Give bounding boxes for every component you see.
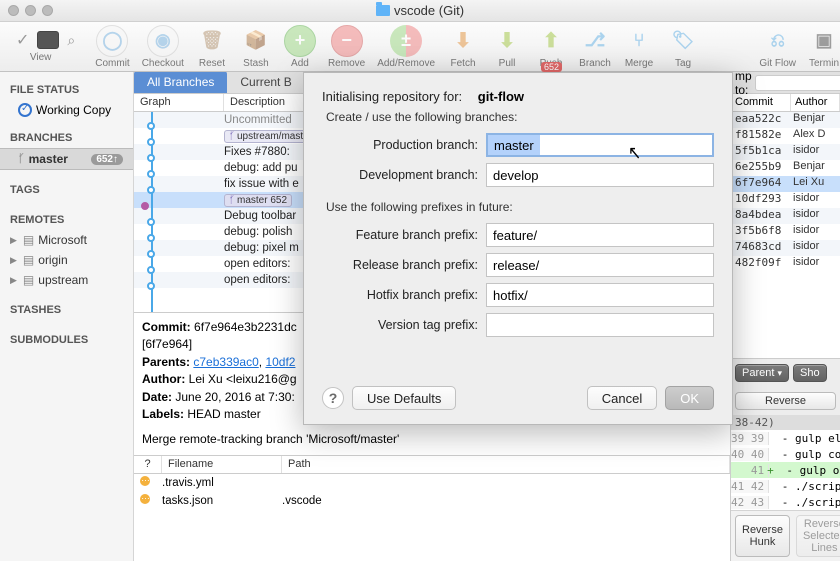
version-prefix-label: Version tag prefix: bbox=[322, 318, 478, 332]
sidebar-item-branch-master[interactable]: ᚶmaster652↑ bbox=[0, 148, 133, 170]
file-row[interactable]: tasks.json.vscode bbox=[134, 492, 730, 510]
sidebar-header-submodules: SUBMODULES bbox=[0, 330, 133, 350]
parent-button[interactable]: Parent ▾ bbox=[735, 364, 789, 382]
cursor-icon: ↖ bbox=[628, 141, 641, 165]
development-branch-input[interactable] bbox=[486, 163, 714, 187]
branch-pill-icon: ᚶ bbox=[229, 131, 235, 142]
push-icon[interactable]: ⬆ bbox=[535, 25, 567, 57]
chevron-right-icon: ▶ bbox=[10, 275, 17, 286]
release-prefix-label: Release branch prefix: bbox=[322, 258, 478, 272]
toolbar: ✓ ⌕ View ◯Commit ◉Checkout 🗑Reset 📦Stash… bbox=[0, 22, 840, 72]
tag-icon[interactable]: 🏷 bbox=[667, 25, 699, 57]
production-branch-input[interactable] bbox=[486, 133, 714, 157]
development-branch-label: Development branch: bbox=[322, 168, 478, 182]
version-prefix-input[interactable] bbox=[486, 313, 714, 337]
sidebar-item-remote-origin[interactable]: ▶▤origin bbox=[0, 250, 133, 270]
stash-icon[interactable]: 📦 bbox=[240, 25, 272, 57]
branch-glyph-icon: ᚶ bbox=[18, 153, 25, 165]
file-row[interactable]: .travis.yml bbox=[134, 474, 730, 492]
tab-current-branch[interactable]: Current B bbox=[227, 72, 304, 93]
feature-prefix-input[interactable] bbox=[486, 223, 714, 247]
fetch-icon[interactable]: ⬇ bbox=[447, 25, 479, 57]
push-count-badge: 652 bbox=[541, 62, 562, 72]
drive-icon: ▤ bbox=[23, 253, 34, 267]
sidebar-item-remote-upstream[interactable]: ▶▤upstream bbox=[0, 270, 133, 290]
drive-icon: ▤ bbox=[23, 273, 34, 287]
window-title: vscode (Git) bbox=[0, 3, 840, 18]
branch-pill-icon: ᚶ bbox=[229, 195, 235, 206]
reset-icon[interactable]: 🗑 bbox=[196, 25, 228, 57]
search-icon[interactable]: ⌕ bbox=[67, 32, 75, 49]
column-header-filename[interactable]: Filename bbox=[162, 456, 282, 473]
branch-icon[interactable]: ⎇ bbox=[579, 25, 611, 57]
right-pane: mp to: Commit Author eaa522cBenjar f8158… bbox=[730, 72, 840, 561]
column-header-graph[interactable]: Graph bbox=[134, 94, 224, 111]
hotfix-prefix-input[interactable] bbox=[486, 283, 714, 307]
diff-lines[interactable]: 39 39 - gulp electron 40 40 - gulp compi… bbox=[731, 430, 840, 510]
add-icon[interactable]: + bbox=[284, 25, 316, 57]
add-remove-icon[interactable]: ± bbox=[390, 25, 422, 57]
sidebar-header-tags: TAGS bbox=[0, 180, 133, 200]
column-header-status[interactable]: ? bbox=[134, 456, 162, 473]
sidebar-item-working-copy[interactable]: Working Copy bbox=[0, 100, 133, 120]
remove-icon[interactable]: − bbox=[331, 25, 363, 57]
modified-icon bbox=[140, 476, 150, 486]
modified-icon bbox=[140, 494, 150, 504]
help-button[interactable]: ? bbox=[322, 387, 344, 409]
chevron-right-icon: ▶ bbox=[10, 255, 17, 266]
commit-hash-list[interactable]: eaa522cBenjar f81582eAlex D 5f5b1caisido… bbox=[731, 112, 840, 358]
branch-pill-master[interactable]: ᚶmaster 652 bbox=[224, 194, 292, 207]
merge-icon[interactable]: ⑂ bbox=[623, 25, 655, 57]
parent-link-1[interactable]: c7eb339ac0 bbox=[193, 355, 258, 369]
commit-icon[interactable]: ◯ bbox=[96, 25, 128, 57]
production-branch-label: Production branch: bbox=[322, 138, 478, 152]
sidebar-header-remotes: REMOTES bbox=[0, 210, 133, 230]
confirm-icon[interactable]: ✓ bbox=[16, 30, 29, 50]
dialog-subheading-prefixes: Use the following prefixes in future: bbox=[326, 200, 714, 214]
gitflow-icon[interactable]: ⎌ bbox=[762, 25, 794, 57]
checkout-icon[interactable]: ◉ bbox=[147, 25, 179, 57]
jump-input[interactable] bbox=[755, 75, 840, 91]
sidebar-header-branches: BRANCHES bbox=[0, 128, 133, 148]
view-label: View bbox=[30, 52, 52, 63]
jump-label: mp to: bbox=[735, 72, 752, 97]
check-circle-icon bbox=[18, 103, 32, 117]
commit-message: Merge remote-tracking branch 'Microsoft/… bbox=[142, 431, 722, 448]
dialog-subheading-branches: Create / use the following branches: bbox=[326, 110, 714, 124]
chevron-right-icon: ▶ bbox=[10, 235, 17, 246]
sidebar: FILE STATUS Working Copy BRANCHES ᚶmaste… bbox=[0, 72, 134, 561]
tab-all-branches[interactable]: All Branches bbox=[134, 72, 227, 93]
column-header-commit[interactable]: Commit bbox=[731, 94, 791, 111]
release-prefix-input[interactable] bbox=[486, 253, 714, 277]
column-header-path[interactable]: Path bbox=[282, 456, 730, 473]
ok-button[interactable]: OK bbox=[665, 386, 714, 410]
folder-icon bbox=[376, 5, 390, 16]
cancel-button[interactable]: Cancel bbox=[587, 386, 657, 410]
titlebar: vscode (Git) bbox=[0, 0, 840, 22]
use-defaults-button[interactable]: Use Defaults bbox=[352, 386, 456, 410]
feature-prefix-label: Feature branch prefix: bbox=[322, 228, 478, 242]
reverse-button[interactable]: Reverse bbox=[735, 392, 836, 410]
hotfix-prefix-label: Hotfix branch prefix: bbox=[322, 288, 478, 302]
file-list: ? Filename Path .travis.yml tasks.json.v… bbox=[134, 455, 730, 510]
sidebar-item-remote-microsoft[interactable]: ▶▤Microsoft bbox=[0, 230, 133, 250]
reverse-hunk-button[interactable]: Reverse Hunk bbox=[735, 515, 790, 557]
show-button[interactable]: Sho bbox=[793, 364, 827, 382]
terminal-icon[interactable]: ▣ bbox=[808, 25, 840, 57]
sidebar-header-file-status: FILE STATUS bbox=[0, 80, 133, 100]
view-toggle[interactable] bbox=[37, 31, 59, 49]
dialog-title: Initialising repository for: git-flow bbox=[322, 89, 714, 104]
gitflow-init-dialog: Initialising repository for: git-flow Cr… bbox=[303, 72, 733, 425]
branch-ahead-badge: 652↑ bbox=[91, 154, 123, 165]
drive-icon: ▤ bbox=[23, 233, 34, 247]
sidebar-header-stashes: STASHES bbox=[0, 300, 133, 320]
parent-link-2[interactable]: 10df2 bbox=[265, 355, 295, 369]
column-header-author[interactable]: Author bbox=[791, 94, 840, 111]
reverse-selected-lines-button: Reverse Selected Lines bbox=[796, 515, 840, 557]
pull-icon[interactable]: ⬇ bbox=[491, 25, 523, 57]
diff-range: 38-42) bbox=[731, 415, 840, 430]
